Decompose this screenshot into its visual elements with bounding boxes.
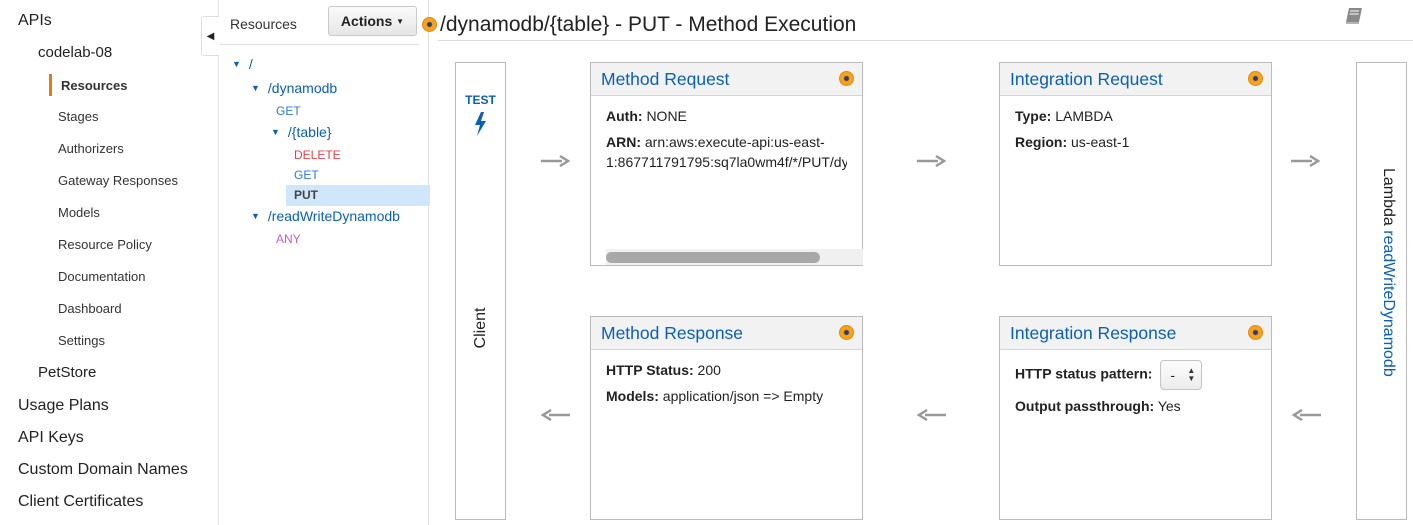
client-box: TEST Client [455, 62, 506, 520]
tree-dynamodb[interactable]: ▼/dynamodb [251, 80, 337, 96]
left-navigation: APIs codelab-08 Resources Stages Authori… [0, 0, 219, 525]
info-dot-icon[interactable] [1248, 325, 1263, 340]
type-label: Type: [1015, 108, 1052, 124]
method-put-table[interactable]: PUT [294, 188, 318, 202]
models-label: Models: [606, 388, 659, 404]
lambda-label: Lambda readWriteDynamodb [1379, 168, 1397, 377]
nav-client-certificates[interactable]: Client Certificates [18, 493, 143, 511]
auth-label: Auth: [606, 108, 643, 124]
method-response-card: Method Response HTTP Status: 200 Models:… [590, 316, 863, 520]
nav-documentation[interactable]: Documentation [58, 269, 145, 284]
region-label: Region: [1015, 134, 1068, 150]
info-dot-icon[interactable] [839, 325, 854, 340]
nav-api-petstore[interactable]: PetStore [38, 364, 96, 381]
lambda-function-link[interactable]: readWriteDynamodb [1380, 230, 1397, 376]
nav-dashboard[interactable]: Dashboard [58, 301, 122, 316]
type-value: LAMBDA [1055, 108, 1113, 124]
method-response-link[interactable]: Method Response [601, 323, 743, 344]
nav-api-keys[interactable]: API Keys [18, 429, 84, 447]
arrow-right-icon [1291, 155, 1320, 167]
tree-table[interactable]: ▼/{table} [271, 124, 332, 140]
method-get-dynamodb[interactable]: GET [276, 104, 301, 118]
card-header: Method Request [591, 63, 862, 96]
client-label: Client [472, 307, 489, 349]
arn-value-2: 1:867711791795:sq7la0wm4f/*/PUT/dyna [606, 154, 847, 170]
integration-request-link[interactable]: Integration Request [1010, 69, 1163, 90]
resources-title: Resources [230, 16, 297, 32]
book-icon[interactable] [1344, 7, 1364, 25]
lambda-prefix: Lambda [1380, 168, 1397, 226]
arrow-left-icon [541, 409, 570, 421]
arrow-left-icon [917, 409, 946, 421]
caret-down-icon[interactable]: ▼ [271, 127, 280, 137]
arrow-left-icon [1292, 409, 1321, 421]
divider [220, 44, 419, 45]
arrow-right-icon [541, 155, 570, 167]
nav-authorizers[interactable]: Authorizers [58, 141, 124, 156]
nav-models[interactable]: Models [58, 205, 100, 220]
select-arrows-icon: ▲ ▼ [1187, 366, 1196, 383]
http-status-label: HTTP Status: [606, 362, 694, 378]
status-pattern-label: HTTP status pattern: [1015, 365, 1153, 382]
test-link[interactable]: TEST [456, 93, 505, 107]
nav-usage-plans[interactable]: Usage Plans [18, 397, 109, 415]
info-dot-icon[interactable] [422, 17, 437, 32]
integration-response-card: Integration Response HTTP status pattern… [999, 316, 1272, 520]
arn-value-1: arn:aws:execute-api:us-east- [644, 134, 825, 150]
tree-root[interactable]: ▼ / [232, 56, 253, 72]
nav-api-codelab[interactable]: codelab-08 [38, 44, 112, 61]
caret-down-icon[interactable]: ▼ [251, 83, 260, 93]
caret-down-icon[interactable]: ▼ [251, 211, 260, 221]
nav-gateway-responses[interactable]: Gateway Responses [58, 173, 178, 188]
scrollbar-thumb[interactable] [606, 252, 820, 263]
integration-request-card: Integration Request Type: LAMBDA Region:… [999, 62, 1272, 266]
method-any-rw[interactable]: ANY [276, 232, 301, 246]
http-status-value: 200 [697, 362, 721, 378]
actions-label: Actions [340, 13, 393, 29]
nav-apis[interactable]: APIs [18, 12, 52, 30]
caret-down-icon[interactable]: ▼ [232, 59, 241, 69]
card-header: Method Response [591, 317, 862, 350]
nav-resources[interactable]: Resources [61, 78, 127, 93]
resources-panel: Resources Actions ▼ ▼ / ▼/dynamodb GET ▼ /… [220, 0, 430, 525]
active-indicator [49, 74, 52, 96]
method-get-table[interactable]: GET [294, 168, 319, 182]
info-dot-icon[interactable] [839, 71, 854, 86]
method-request-link[interactable]: Method Request [601, 69, 729, 90]
horizontal-scrollbar[interactable] [606, 249, 863, 265]
nav-settings[interactable]: Settings [58, 333, 105, 348]
card-header: Integration Request [1000, 63, 1271, 96]
page-title: /dynamodb/{table} - PUT - Method Executi… [440, 13, 857, 36]
lightning-bolt-icon[interactable] [472, 111, 490, 137]
status-pattern-select[interactable]: - ▲ ▼ [1160, 360, 1203, 390]
integration-response-link[interactable]: Integration Response [1010, 323, 1176, 344]
lambda-box: Lambda readWriteDynamodb [1356, 62, 1407, 520]
info-dot-icon[interactable] [1248, 71, 1263, 86]
output-passthrough-label: Output passthrough: [1015, 398, 1155, 414]
auth-value: NONE [646, 108, 687, 124]
tree-readwritedynamodb[interactable]: ▼/readWriteDynamodb [251, 208, 400, 224]
caret-down-icon: ▼ [396, 17, 405, 26]
models-value: application/json => Empty [662, 388, 824, 404]
arrow-right-icon [917, 155, 946, 167]
nav-custom-domain-names[interactable]: Custom Domain Names [18, 461, 188, 479]
nav-resource-policy[interactable]: Resource Policy [58, 237, 152, 252]
method-request-card: Method Request Auth: NONE ARN: arn:aws:e… [590, 62, 863, 266]
actions-button[interactable]: Actions ▼ [328, 6, 417, 36]
collapse-left-icon[interactable]: ◀ [201, 16, 219, 56]
arn-label: ARN: [606, 134, 641, 150]
output-passthrough-value: Yes [1157, 398, 1181, 414]
method-delete-table[interactable]: DELETE [294, 148, 341, 162]
card-header: Integration Response [1000, 317, 1271, 350]
title-divider [438, 40, 1413, 41]
region-value: us-east-1 [1071, 134, 1130, 150]
nav-stages[interactable]: Stages [58, 109, 98, 124]
